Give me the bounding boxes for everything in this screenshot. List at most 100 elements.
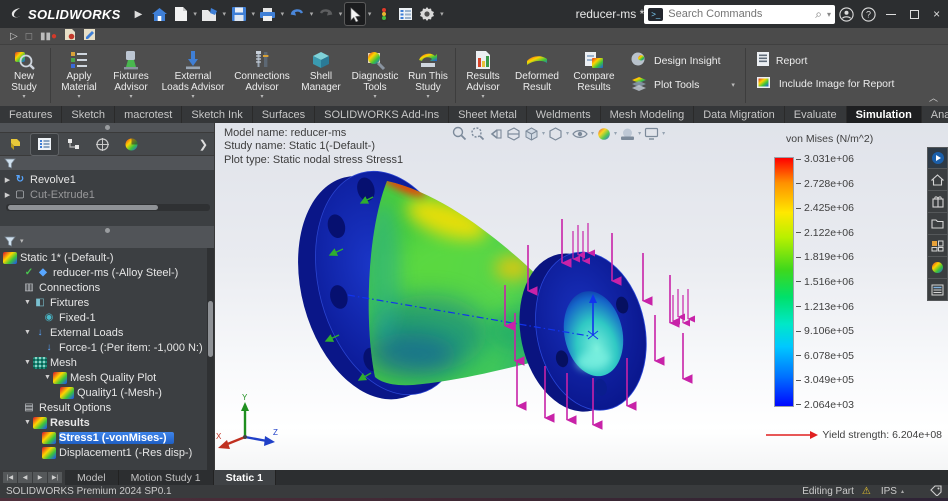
previous-view-icon[interactable]: [488, 127, 503, 141]
unit-system-text[interactable]: IPS: [881, 486, 897, 497]
select-tool-icon[interactable]: [345, 3, 365, 25]
tab-sketch[interactable]: Sketch: [62, 106, 115, 123]
home-pane-icon[interactable]: [927, 169, 948, 191]
apply-scene-caret[interactable]: ▾: [638, 130, 641, 137]
home-icon[interactable]: [149, 3, 169, 25]
diagnostic-tools-button[interactable]: Diagnostic Tools▾: [347, 45, 403, 106]
report-button[interactable]: Report: [756, 51, 895, 70]
search-scope-icon[interactable]: >_: [648, 8, 663, 21]
design-library-folder-icon[interactable]: [927, 213, 948, 235]
panel-tab-dimxpert-icon[interactable]: [89, 134, 116, 155]
results-advisor-button[interactable]: Results Advisor▾: [458, 45, 508, 106]
tab-scroll-first-icon[interactable]: |◀: [3, 472, 17, 483]
panel-expand-chevron[interactable]: ❯: [199, 138, 212, 151]
custom-properties-icon[interactable]: [927, 279, 948, 301]
macro-stop-icon[interactable]: ◻: [25, 31, 33, 42]
macro-new-icon[interactable]: [64, 28, 76, 44]
tab-scroll-last-icon[interactable]: ▶|: [48, 472, 62, 483]
view-settings-icon[interactable]: [644, 127, 659, 140]
whats-new-gift-icon[interactable]: [927, 191, 948, 213]
expand-arrow-icon[interactable]: ▶: [2, 191, 13, 199]
panel-collapse-handle[interactable]: [0, 123, 214, 132]
tree-filter-row[interactable]: [0, 156, 214, 170]
view-settings-caret[interactable]: ▾: [662, 130, 665, 137]
edit-appearance-icon[interactable]: [597, 127, 611, 141]
macro-edit-icon[interactable]: [83, 28, 96, 44]
redo-caret[interactable]: ▾: [339, 10, 343, 18]
tree-item-stress1[interactable]: Stress1 (-vonMises-): [2, 430, 214, 445]
tab-static-1[interactable]: Static 1: [214, 470, 276, 485]
section-view-icon[interactable]: [506, 127, 521, 141]
tab-weldments[interactable]: Weldments: [527, 106, 601, 123]
collapse-arrow-icon[interactable]: ▼: [42, 374, 53, 381]
compare-results-button[interactable]: Compare Results: [566, 45, 622, 106]
search-caret[interactable]: ▾: [827, 10, 831, 19]
fixtures-advisor-button[interactable]: Fixtures Advisor▾: [105, 45, 157, 106]
tab-evaluate[interactable]: Evaluate: [785, 106, 847, 123]
open-icon[interactable]: [200, 3, 220, 25]
simulation-filter-row[interactable]: ▾: [0, 234, 214, 248]
tree-item-static-study[interactable]: Static 1* (-Default-): [2, 250, 214, 265]
tree-item-results[interactable]: ▼ Results: [2, 415, 214, 430]
display-style-caret[interactable]: ▾: [566, 130, 569, 137]
collapse-arrow-icon[interactable]: ▼: [22, 299, 33, 306]
panel-tab-appearances-icon[interactable]: [118, 134, 145, 155]
deformed-result-button[interactable]: Deformed Result: [508, 45, 566, 106]
tab-features[interactable]: Features: [0, 106, 62, 123]
tab-data-migration[interactable]: Data Migration: [694, 106, 785, 123]
zoom-fit-icon[interactable]: [452, 126, 467, 141]
design-insight-button[interactable]: Design Insight: [630, 51, 735, 70]
view-palette-icon[interactable]: [927, 235, 948, 257]
redo-icon[interactable]: [316, 3, 336, 25]
tab-solidworks-add-ins[interactable]: SOLIDWORKS Add-Ins: [315, 106, 449, 123]
tab-analysis-preparation[interactable]: Analysis Preparation: [922, 106, 948, 123]
ribbon-collapse-chevron[interactable]: ︿: [929, 91, 938, 104]
expand-arrow-icon[interactable]: ▶: [2, 176, 13, 184]
macro-record-icon[interactable]: ▮▮●: [40, 31, 57, 42]
panel-splitter[interactable]: [0, 226, 214, 234]
tab-simulation[interactable]: Simulation: [847, 106, 922, 123]
tab-macrotest[interactable]: macrotest: [115, 106, 182, 123]
tree-item-mesh[interactable]: ▼ Mesh: [2, 355, 214, 370]
collapse-arrow-icon[interactable]: ▼: [22, 329, 33, 336]
undo-icon[interactable]: [287, 3, 307, 25]
print-icon[interactable]: [258, 3, 278, 25]
shell-manager-button[interactable]: Shell Manager: [295, 45, 347, 106]
panel-tab-featuremanager-icon[interactable]: [31, 134, 58, 155]
filter-caret[interactable]: ▾: [20, 237, 24, 245]
new-document-caret[interactable]: ▾: [193, 10, 197, 18]
new-document-icon[interactable]: [171, 3, 191, 25]
view-orientation-icon[interactable]: [524, 127, 539, 141]
tree-item-fixed1[interactable]: ◉ Fixed-1: [2, 310, 214, 325]
options-gear-icon[interactable]: [418, 3, 438, 25]
collapse-arrow-icon[interactable]: ▼: [22, 419, 33, 426]
connections-advisor-button[interactable]: Connections Advisor▾: [229, 45, 295, 106]
options-caret[interactable]: ▾: [440, 10, 444, 18]
save-caret[interactable]: ▾: [252, 10, 256, 18]
minimize-button[interactable]: [880, 1, 903, 27]
search-commands-box[interactable]: >_ ⌕ ▾: [644, 5, 835, 24]
tab-model[interactable]: Model: [65, 470, 119, 485]
tree-item-quality1[interactable]: Quality1 (-Mesh-): [2, 385, 214, 400]
flyout-arrow-icon[interactable]: ▶: [135, 9, 143, 20]
tab-motion-study-1[interactable]: Motion Study 1: [119, 470, 214, 485]
rebuild-warning-icon[interactable]: ⚠: [862, 486, 871, 497]
panel-tab-part-icon[interactable]: [2, 134, 29, 155]
tree-item-revolve1[interactable]: ▶ ↻ Revolve1: [2, 172, 214, 187]
tree-item-force1[interactable]: ↓ Force-1 (:Per item: -1,000 N:): [2, 340, 214, 355]
file-properties-icon[interactable]: [396, 3, 416, 25]
print-caret[interactable]: ▾: [281, 10, 285, 18]
collapse-arrow-icon[interactable]: ▼: [22, 359, 33, 366]
tree-item-displacement1[interactable]: Displacement1 (-Res disp-): [2, 445, 214, 460]
unit-system-caret[interactable]: ▴: [901, 488, 904, 495]
tab-sketch-ink[interactable]: Sketch Ink: [182, 106, 252, 123]
tab-scroll-next-icon[interactable]: ▶: [33, 472, 47, 483]
tab-scroll-prev-icon[interactable]: ◀: [18, 472, 32, 483]
tab-mesh-modeling[interactable]: Mesh Modeling: [601, 106, 695, 123]
close-button[interactable]: ×: [925, 1, 948, 27]
run-this-study-button[interactable]: Run This Study▾: [403, 45, 453, 106]
tree-item-fixtures[interactable]: ▼ ◧ Fixtures: [2, 295, 214, 310]
save-icon[interactable]: [229, 3, 249, 25]
tab-surfaces[interactable]: Surfaces: [253, 106, 315, 123]
tab-sheet-metal[interactable]: Sheet Metal: [449, 106, 527, 123]
